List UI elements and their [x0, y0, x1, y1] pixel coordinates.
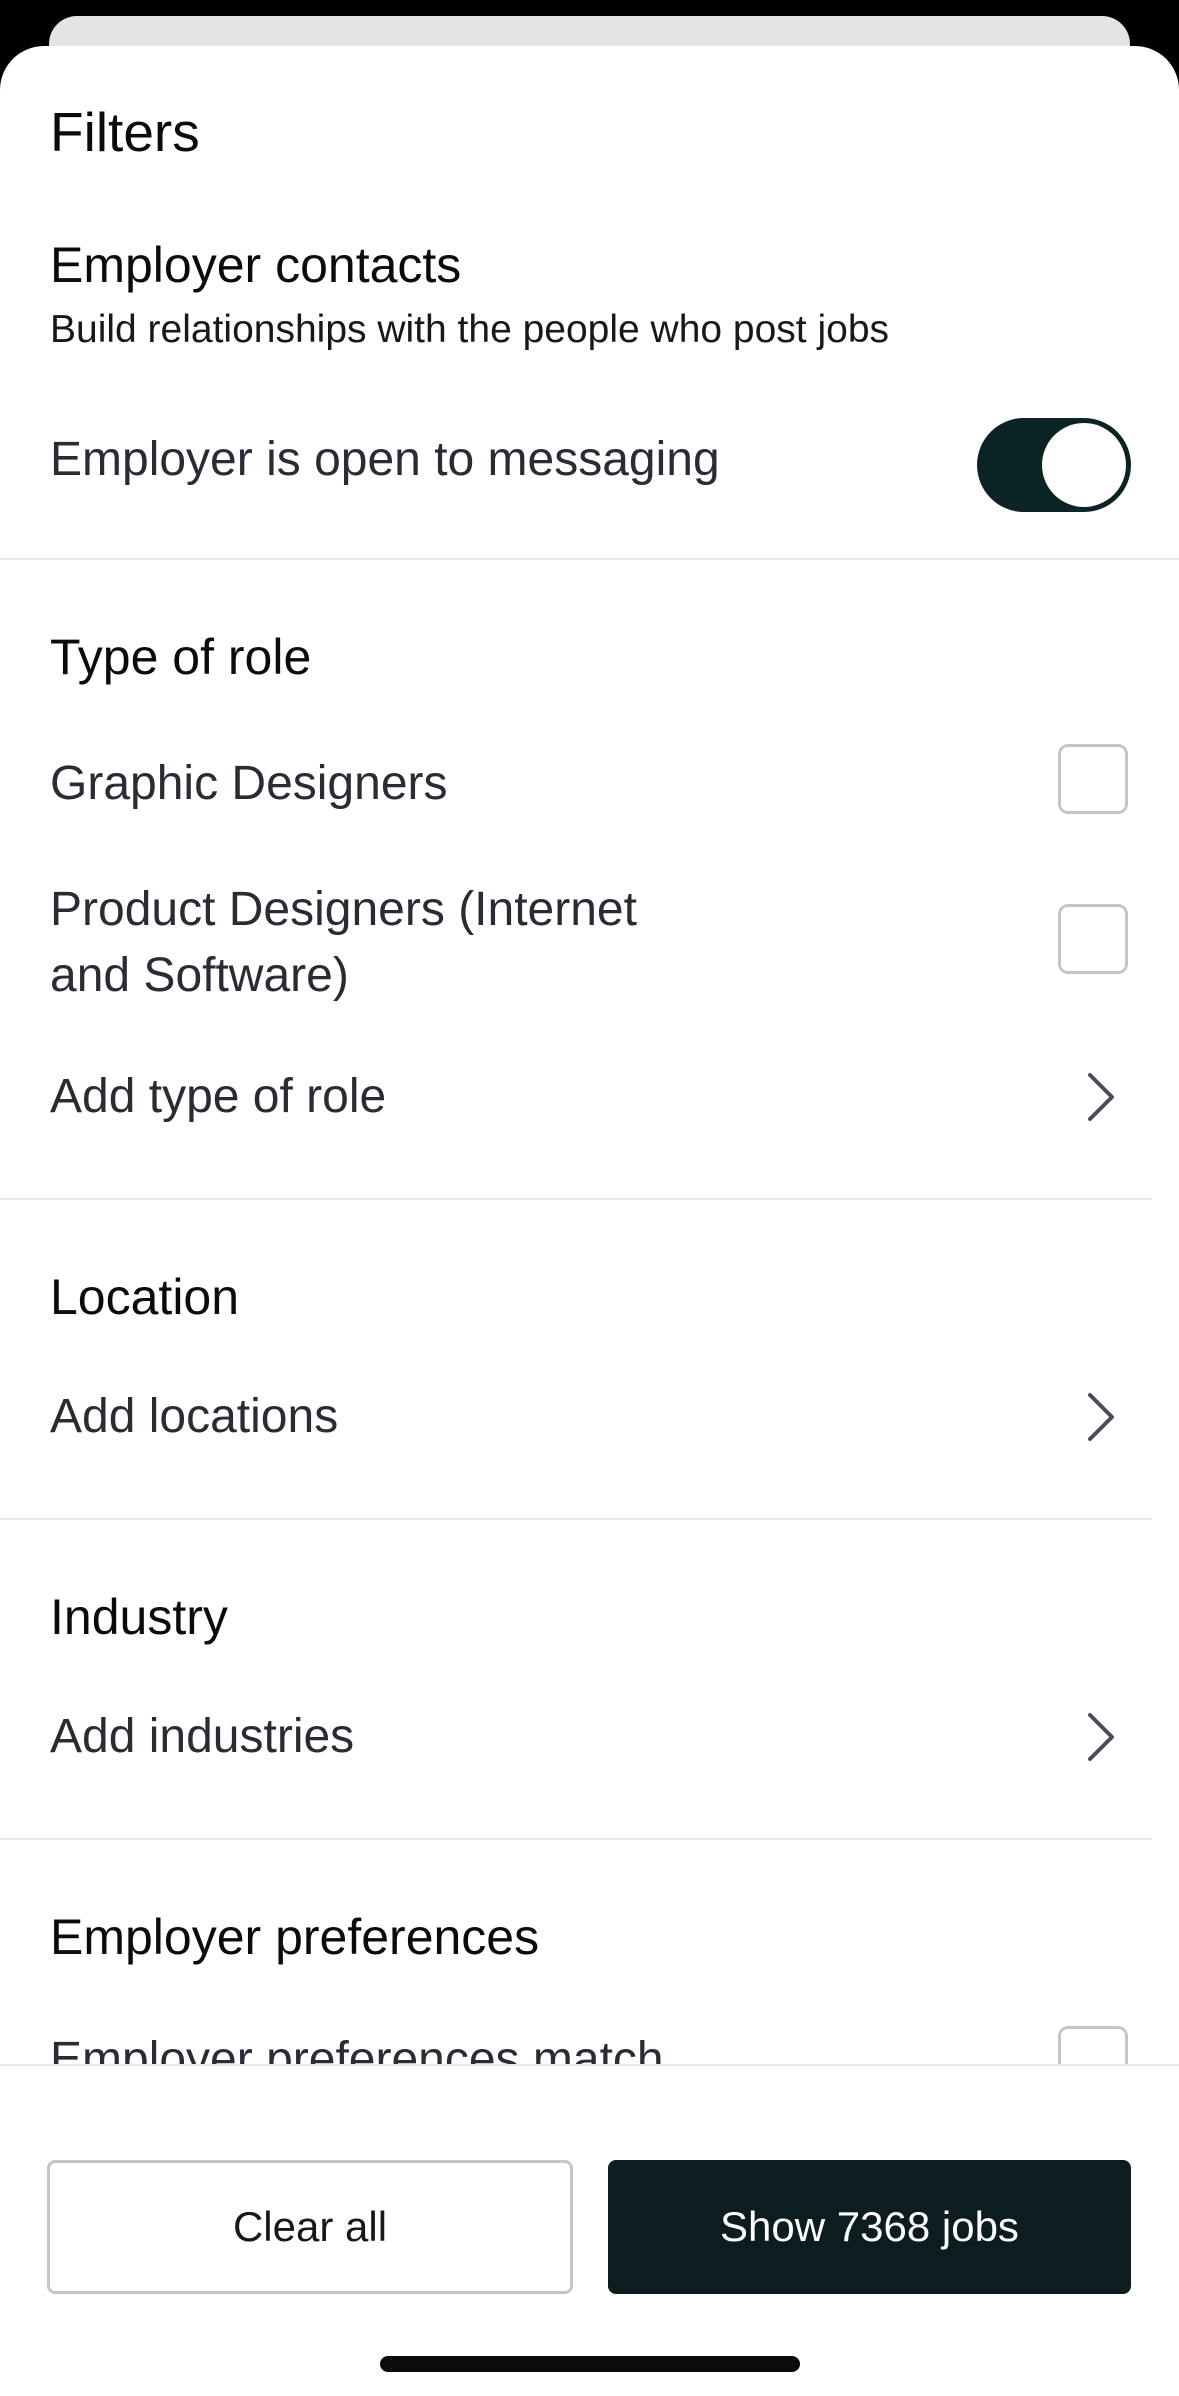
home-indicator[interactable]: [380, 2356, 800, 2372]
product-designers-checkbox[interactable]: [1058, 904, 1128, 974]
chevron-right-icon[interactable]: [1080, 1387, 1120, 1447]
role-option-label-continued: and Software): [50, 949, 349, 1002]
add-type-of-role-link[interactable]: Add type of role: [50, 1065, 386, 1129]
employer-preferences-checkbox[interactable]: [1058, 2026, 1128, 2066]
graphic-designers-checkbox[interactable]: [1058, 744, 1128, 814]
type-of-role-title: Type of role: [50, 629, 312, 685]
divider: [0, 1198, 1152, 1200]
employer-preferences-option-label: Employer preferences match: [50, 2033, 664, 2066]
employer-preferences-title: Employer preferences: [50, 1909, 540, 1965]
add-locations-link[interactable]: Add locations: [50, 1385, 338, 1449]
show-jobs-button[interactable]: Show 7368 jobs: [608, 2160, 1131, 2294]
divider: [0, 1518, 1152, 1520]
add-industries-link[interactable]: Add industries: [50, 1705, 354, 1769]
chevron-right-icon[interactable]: [1080, 1067, 1120, 1127]
divider: [0, 558, 1179, 560]
industry-title: Industry: [50, 1589, 228, 1645]
filters-sheet: Filters Employer contacts Build relation…: [0, 46, 1179, 2396]
messaging-toggle-label: Employer is open to messaging: [50, 433, 720, 486]
employer-contacts-subtitle: Build relationships with the people who …: [50, 308, 890, 351]
bottom-action-bar: Clear all Show 7368 jobs: [0, 2064, 1179, 2396]
chevron-right-icon[interactable]: [1080, 1707, 1120, 1767]
employer-contacts-title: Employer contacts: [50, 237, 462, 293]
toggle-knob: [1042, 423, 1126, 507]
sheet-title: Filters: [50, 101, 200, 163]
messaging-toggle[interactable]: [977, 418, 1131, 512]
role-option-label: Graphic Designers: [50, 757, 448, 810]
clear-all-button[interactable]: Clear all: [47, 2160, 573, 2294]
divider: [0, 1838, 1152, 1840]
location-title: Location: [50, 1269, 240, 1325]
role-option-label: Product Designers (Internet: [50, 883, 637, 936]
